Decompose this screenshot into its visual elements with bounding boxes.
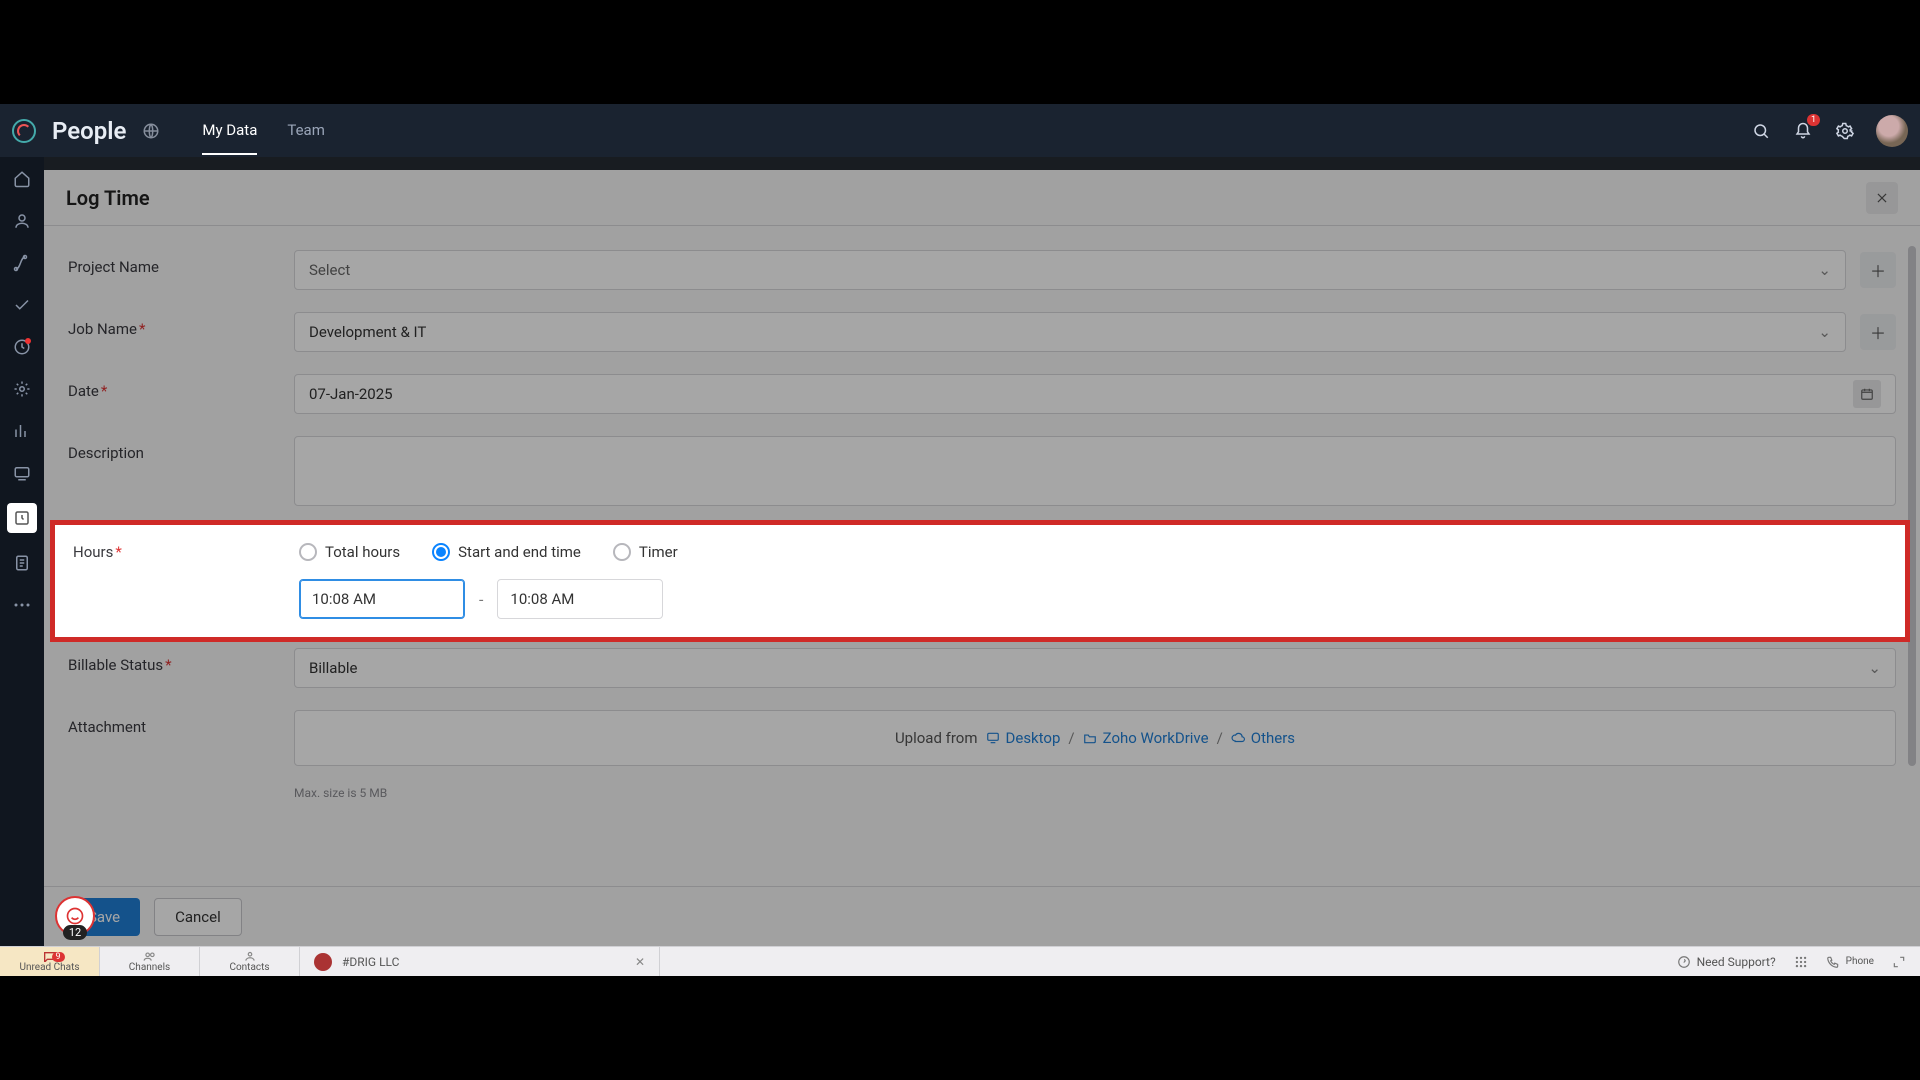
globe-icon[interactable] xyxy=(140,120,162,142)
main-area: Log Time Project Name Select ⌄ ＋ xyxy=(44,157,1920,946)
search-icon[interactable] xyxy=(1750,120,1772,142)
radio-timer[interactable]: Timer xyxy=(613,543,678,561)
app-logo-icon xyxy=(12,119,36,143)
bottom-channels[interactable]: Channels xyxy=(100,947,200,976)
sidebar-timesheet-icon[interactable] xyxy=(7,503,37,533)
time-separator: - xyxy=(479,590,483,609)
chat-count-badge: 12 xyxy=(63,925,87,940)
phone-button[interactable]: Phone xyxy=(1826,955,1874,969)
chevron-down-icon: ⌄ xyxy=(1818,261,1831,279)
upload-workdrive-link[interactable]: Zoho WorkDrive xyxy=(1083,729,1209,747)
label-job-name: Job Name* xyxy=(68,312,294,338)
cancel-button[interactable]: Cancel xyxy=(154,898,242,936)
sidebar-route-icon[interactable] xyxy=(10,251,34,275)
billable-select[interactable]: Billable ⌄ xyxy=(294,648,1896,688)
label-attachment: Attachment xyxy=(68,710,294,736)
attachment-upload-box[interactable]: Upload from Desktop / Zoho WorkDrive / xyxy=(294,710,1896,766)
description-textarea[interactable] xyxy=(294,436,1896,506)
calendar-icon[interactable] xyxy=(1853,380,1881,408)
sidebar-home-icon[interactable] xyxy=(10,167,34,191)
sidebar-message-icon[interactable] xyxy=(10,461,34,485)
sidebar-chart-icon[interactable] xyxy=(10,419,34,443)
need-support-button[interactable]: Need Support? xyxy=(1677,955,1776,969)
sidebar-more-icon[interactable] xyxy=(10,593,34,617)
label-date: Date* xyxy=(68,374,294,400)
close-icon[interactable] xyxy=(1866,182,1898,214)
add-project-button[interactable]: ＋ xyxy=(1860,252,1896,288)
label-billable: Billable Status* xyxy=(68,648,294,674)
job-name-select[interactable]: Development & IT ⌄ xyxy=(294,312,1846,352)
sidebar-gear-icon[interactable] xyxy=(10,377,34,401)
tab-my-data[interactable]: My Data xyxy=(202,107,257,155)
end-time-input[interactable] xyxy=(497,579,663,619)
tab-team[interactable]: Team xyxy=(287,107,325,155)
radio-start-end[interactable]: Start and end time xyxy=(432,543,581,561)
project-name-select[interactable]: Select ⌄ xyxy=(294,250,1846,290)
app-title: People xyxy=(52,117,126,145)
upload-others-link[interactable]: Others xyxy=(1231,729,1295,747)
sidebar-people-icon[interactable] xyxy=(10,209,34,233)
add-job-button[interactable]: ＋ xyxy=(1860,314,1896,350)
job-name-value: Development & IT xyxy=(309,323,426,341)
chevron-down-icon: ⌄ xyxy=(1868,659,1881,677)
sidebar xyxy=(0,157,44,946)
notification-badge: 1 xyxy=(1807,114,1820,126)
label-hours: Hours* xyxy=(73,543,299,561)
radio-total-hours[interactable]: Total hours xyxy=(299,543,400,561)
expand-icon[interactable] xyxy=(1892,955,1906,969)
chat-bubble-button[interactable]: 12 xyxy=(55,896,95,936)
sidebar-check-icon[interactable] xyxy=(10,293,34,317)
bottom-contacts[interactable]: Contacts xyxy=(200,947,300,976)
bell-icon[interactable]: 1 xyxy=(1792,120,1814,142)
project-name-value: Select xyxy=(309,261,350,279)
upload-desktop-link[interactable]: Desktop xyxy=(986,729,1061,747)
date-value: 07-Jan-2025 xyxy=(309,385,393,403)
label-description: Description xyxy=(68,436,294,462)
close-chat-icon[interactable]: ✕ xyxy=(635,955,645,969)
chat-avatar-icon xyxy=(314,953,332,971)
date-input[interactable]: 07-Jan-2025 xyxy=(294,374,1896,414)
panel-title: Log Time xyxy=(66,186,150,210)
sidebar-clock-icon[interactable] xyxy=(10,335,34,359)
attachment-hint: Max. size is 5 MB xyxy=(294,786,1896,800)
label-project-name: Project Name xyxy=(68,250,294,276)
sidebar-doc-icon[interactable] xyxy=(10,551,34,575)
billable-value: Billable xyxy=(309,659,357,677)
bottom-open-chat[interactable]: #DRIG LLC ✕ xyxy=(300,947,660,976)
nav-tabs: My Data Team xyxy=(202,107,324,155)
bottombar: 9 Unread Chats Channels Contacts #DRIG L… xyxy=(0,946,1920,976)
hours-section-highlight: Hours* Total hours Start and end time xyxy=(50,520,1910,642)
gear-icon[interactable] xyxy=(1834,120,1856,142)
bottom-unread-chats[interactable]: 9 Unread Chats xyxy=(0,947,100,976)
apps-grid-icon[interactable] xyxy=(1794,955,1808,969)
log-time-panel: Log Time Project Name Select ⌄ ＋ xyxy=(44,170,1920,946)
chevron-down-icon: ⌄ xyxy=(1818,323,1831,341)
avatar[interactable] xyxy=(1876,115,1908,147)
topbar: People My Data Team 1 xyxy=(0,104,1920,157)
start-time-input[interactable] xyxy=(299,579,465,619)
